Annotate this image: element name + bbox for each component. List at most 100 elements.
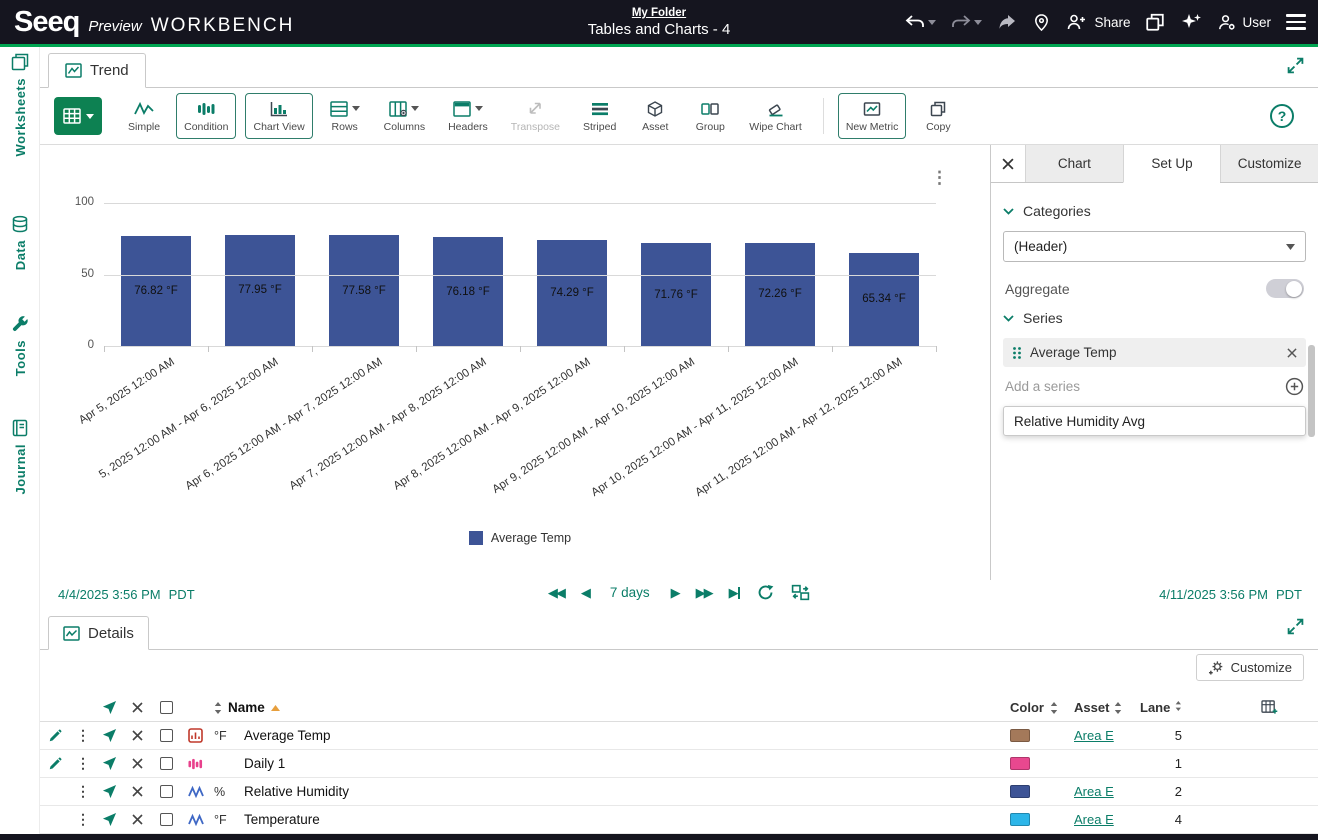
name-column-header[interactable]: Name <box>214 700 1010 715</box>
panel-scrollbar[interactable] <box>1308 345 1315 437</box>
category-header-select[interactable]: (Header) <box>1003 231 1306 262</box>
remove-item-button[interactable] <box>132 786 160 797</box>
legend[interactable]: Average Temp <box>104 531 936 545</box>
aggregate-toggle[interactable] <box>1266 279 1304 298</box>
asset-link[interactable]: Area E <box>1074 812 1114 827</box>
item-name[interactable]: Average Temp <box>244 728 1010 743</box>
table-mode-button[interactable] <box>54 97 102 135</box>
color-swatch[interactable] <box>1010 729 1030 742</box>
item-checkbox[interactable] <box>160 729 188 742</box>
step-back-half-button[interactable]: ◀ <box>581 586 589 599</box>
step-back-full-button[interactable]: ◀◀ <box>548 586 564 599</box>
asset-column-header[interactable]: Asset <box>1074 700 1140 715</box>
tab-chart[interactable]: Chart <box>1025 145 1123 182</box>
tab-set-up[interactable]: Set Up <box>1123 145 1221 183</box>
undo-button[interactable] <box>905 13 936 31</box>
asset-link[interactable]: Area E <box>1074 784 1114 799</box>
item-menu-button[interactable]: ⋮ <box>76 783 102 800</box>
edit-item-button[interactable] <box>48 757 76 771</box>
chart-view-button[interactable]: Chart View <box>245 93 312 139</box>
step-forward-half-button[interactable]: ▶ <box>671 586 679 599</box>
tab-details[interactable]: Details <box>48 616 149 650</box>
location-button[interactable] <box>1032 12 1051 33</box>
series-section-header[interactable]: Series <box>1003 310 1306 326</box>
customize-details-button[interactable]: Customize <box>1196 654 1304 681</box>
remove-column-header[interactable] <box>132 702 160 713</box>
bar[interactable]: 74.29 °F <box>537 240 607 346</box>
sidebar-item-tools[interactable]: Tools <box>0 315 40 376</box>
item-checkbox[interactable] <box>160 757 188 770</box>
asset-button[interactable]: Asset <box>632 93 678 139</box>
navigate-item-button[interactable] <box>102 728 132 743</box>
expand-details-button[interactable] <box>1287 618 1304 635</box>
bar[interactable]: 77.58 °F <box>329 235 399 346</box>
wipe-chart-button[interactable]: Wipe Chart <box>742 93 809 139</box>
item-name[interactable]: Daily 1 <box>244 756 1010 771</box>
color-swatch[interactable] <box>1010 813 1030 826</box>
asset-link[interactable]: Area E <box>1074 728 1114 743</box>
navigate-column-header[interactable] <box>102 700 132 715</box>
lane-column-header[interactable]: Lane <box>1140 700 1192 715</box>
item-menu-button[interactable]: ⋮ <box>76 811 102 828</box>
item-checkbox[interactable] <box>160 785 188 798</box>
sidebar-item-journal[interactable]: Journal <box>0 419 40 494</box>
step-forward-full-button[interactable]: ▶▶ <box>696 586 712 599</box>
bar[interactable]: 77.95 °F <box>225 235 295 346</box>
sidebar-item-worksheets[interactable]: Worksheets <box>0 53 40 156</box>
duplicate-worksheet-button[interactable] <box>1145 12 1165 32</box>
rows-button[interactable]: Rows <box>322 93 368 139</box>
close-panel-button[interactable] <box>991 145 1025 182</box>
drag-handle-icon[interactable] <box>1012 346 1022 360</box>
sidebar-item-data[interactable]: Data <box>0 215 40 270</box>
navigate-item-button[interactable] <box>102 756 132 771</box>
headers-button[interactable]: Headers <box>441 93 495 139</box>
add-series-button[interactable] <box>1285 377 1304 396</box>
remove-item-button[interactable] <box>132 730 160 741</box>
item-menu-button[interactable]: ⋮ <box>76 755 102 772</box>
table-row[interactable]: ⋮ °F Average Temp Area E 5 <box>40 722 1318 750</box>
table-row[interactable]: ⋮ % Relative Humidity Area E 2 <box>40 778 1318 806</box>
refresh-icon[interactable] <box>757 584 774 601</box>
columns-button[interactable]: Columns <box>377 93 432 139</box>
remove-series-icon[interactable] <box>1287 348 1297 358</box>
navigate-item-button[interactable] <box>102 812 132 827</box>
redo-button[interactable] <box>951 13 982 31</box>
edit-item-button[interactable] <box>48 729 76 743</box>
range-duration[interactable]: 7 days <box>610 585 650 600</box>
help-button[interactable]: ? <box>1270 104 1294 128</box>
user-menu-button[interactable]: User <box>1217 13 1271 32</box>
striped-button[interactable]: Striped <box>576 93 623 139</box>
item-name[interactable]: Temperature <box>244 812 1010 827</box>
forward-button[interactable] <box>997 13 1017 31</box>
remove-item-button[interactable] <box>132 758 160 769</box>
auto-update-icon[interactable] <box>791 584 810 601</box>
expand-trend-button[interactable] <box>1287 57 1304 74</box>
breadcrumb[interactable]: My Folder <box>632 7 686 19</box>
series-item[interactable]: Average Temp <box>1003 338 1306 367</box>
chevron-down-icon[interactable] <box>928 20 936 25</box>
table-row[interactable]: ⋮ °F Temperature Area E 4 <box>40 806 1318 834</box>
categories-section-header[interactable]: Categories <box>1003 203 1306 219</box>
item-checkbox[interactable] <box>160 813 188 826</box>
tab-customize[interactable]: Customize <box>1220 145 1318 182</box>
range-end[interactable]: 4/11/2025 3:56 PM PDT <box>1159 587 1302 602</box>
bar[interactable]: 65.34 °F <box>849 253 919 346</box>
simple-button[interactable]: Simple <box>121 93 167 139</box>
bar[interactable]: 72.26 °F <box>745 243 815 346</box>
bar[interactable]: 76.82 °F <box>121 236 191 346</box>
color-column-header[interactable]: Color <box>1010 700 1074 715</box>
main-menu-button[interactable] <box>1286 14 1306 30</box>
new-metric-button[interactable]: New Metric <box>838 93 907 139</box>
bar[interactable]: 71.76 °F <box>641 243 711 346</box>
copy-button[interactable]: Copy <box>915 93 961 139</box>
bar[interactable]: 76.18 °F <box>433 237 503 346</box>
table-row[interactable]: ⋮ Daily 1 1 <box>40 750 1318 778</box>
color-swatch[interactable] <box>1010 757 1030 770</box>
brand[interactable]: Seeq Preview WORKBENCH <box>0 6 294 39</box>
item-menu-button[interactable]: ⋮ <box>76 727 102 744</box>
select-all-checkbox[interactable] <box>160 701 188 714</box>
remove-item-button[interactable] <box>132 814 160 825</box>
group-button[interactable]: Group <box>687 93 733 139</box>
condition-button[interactable]: Condition <box>176 93 236 139</box>
color-swatch[interactable] <box>1010 785 1030 798</box>
